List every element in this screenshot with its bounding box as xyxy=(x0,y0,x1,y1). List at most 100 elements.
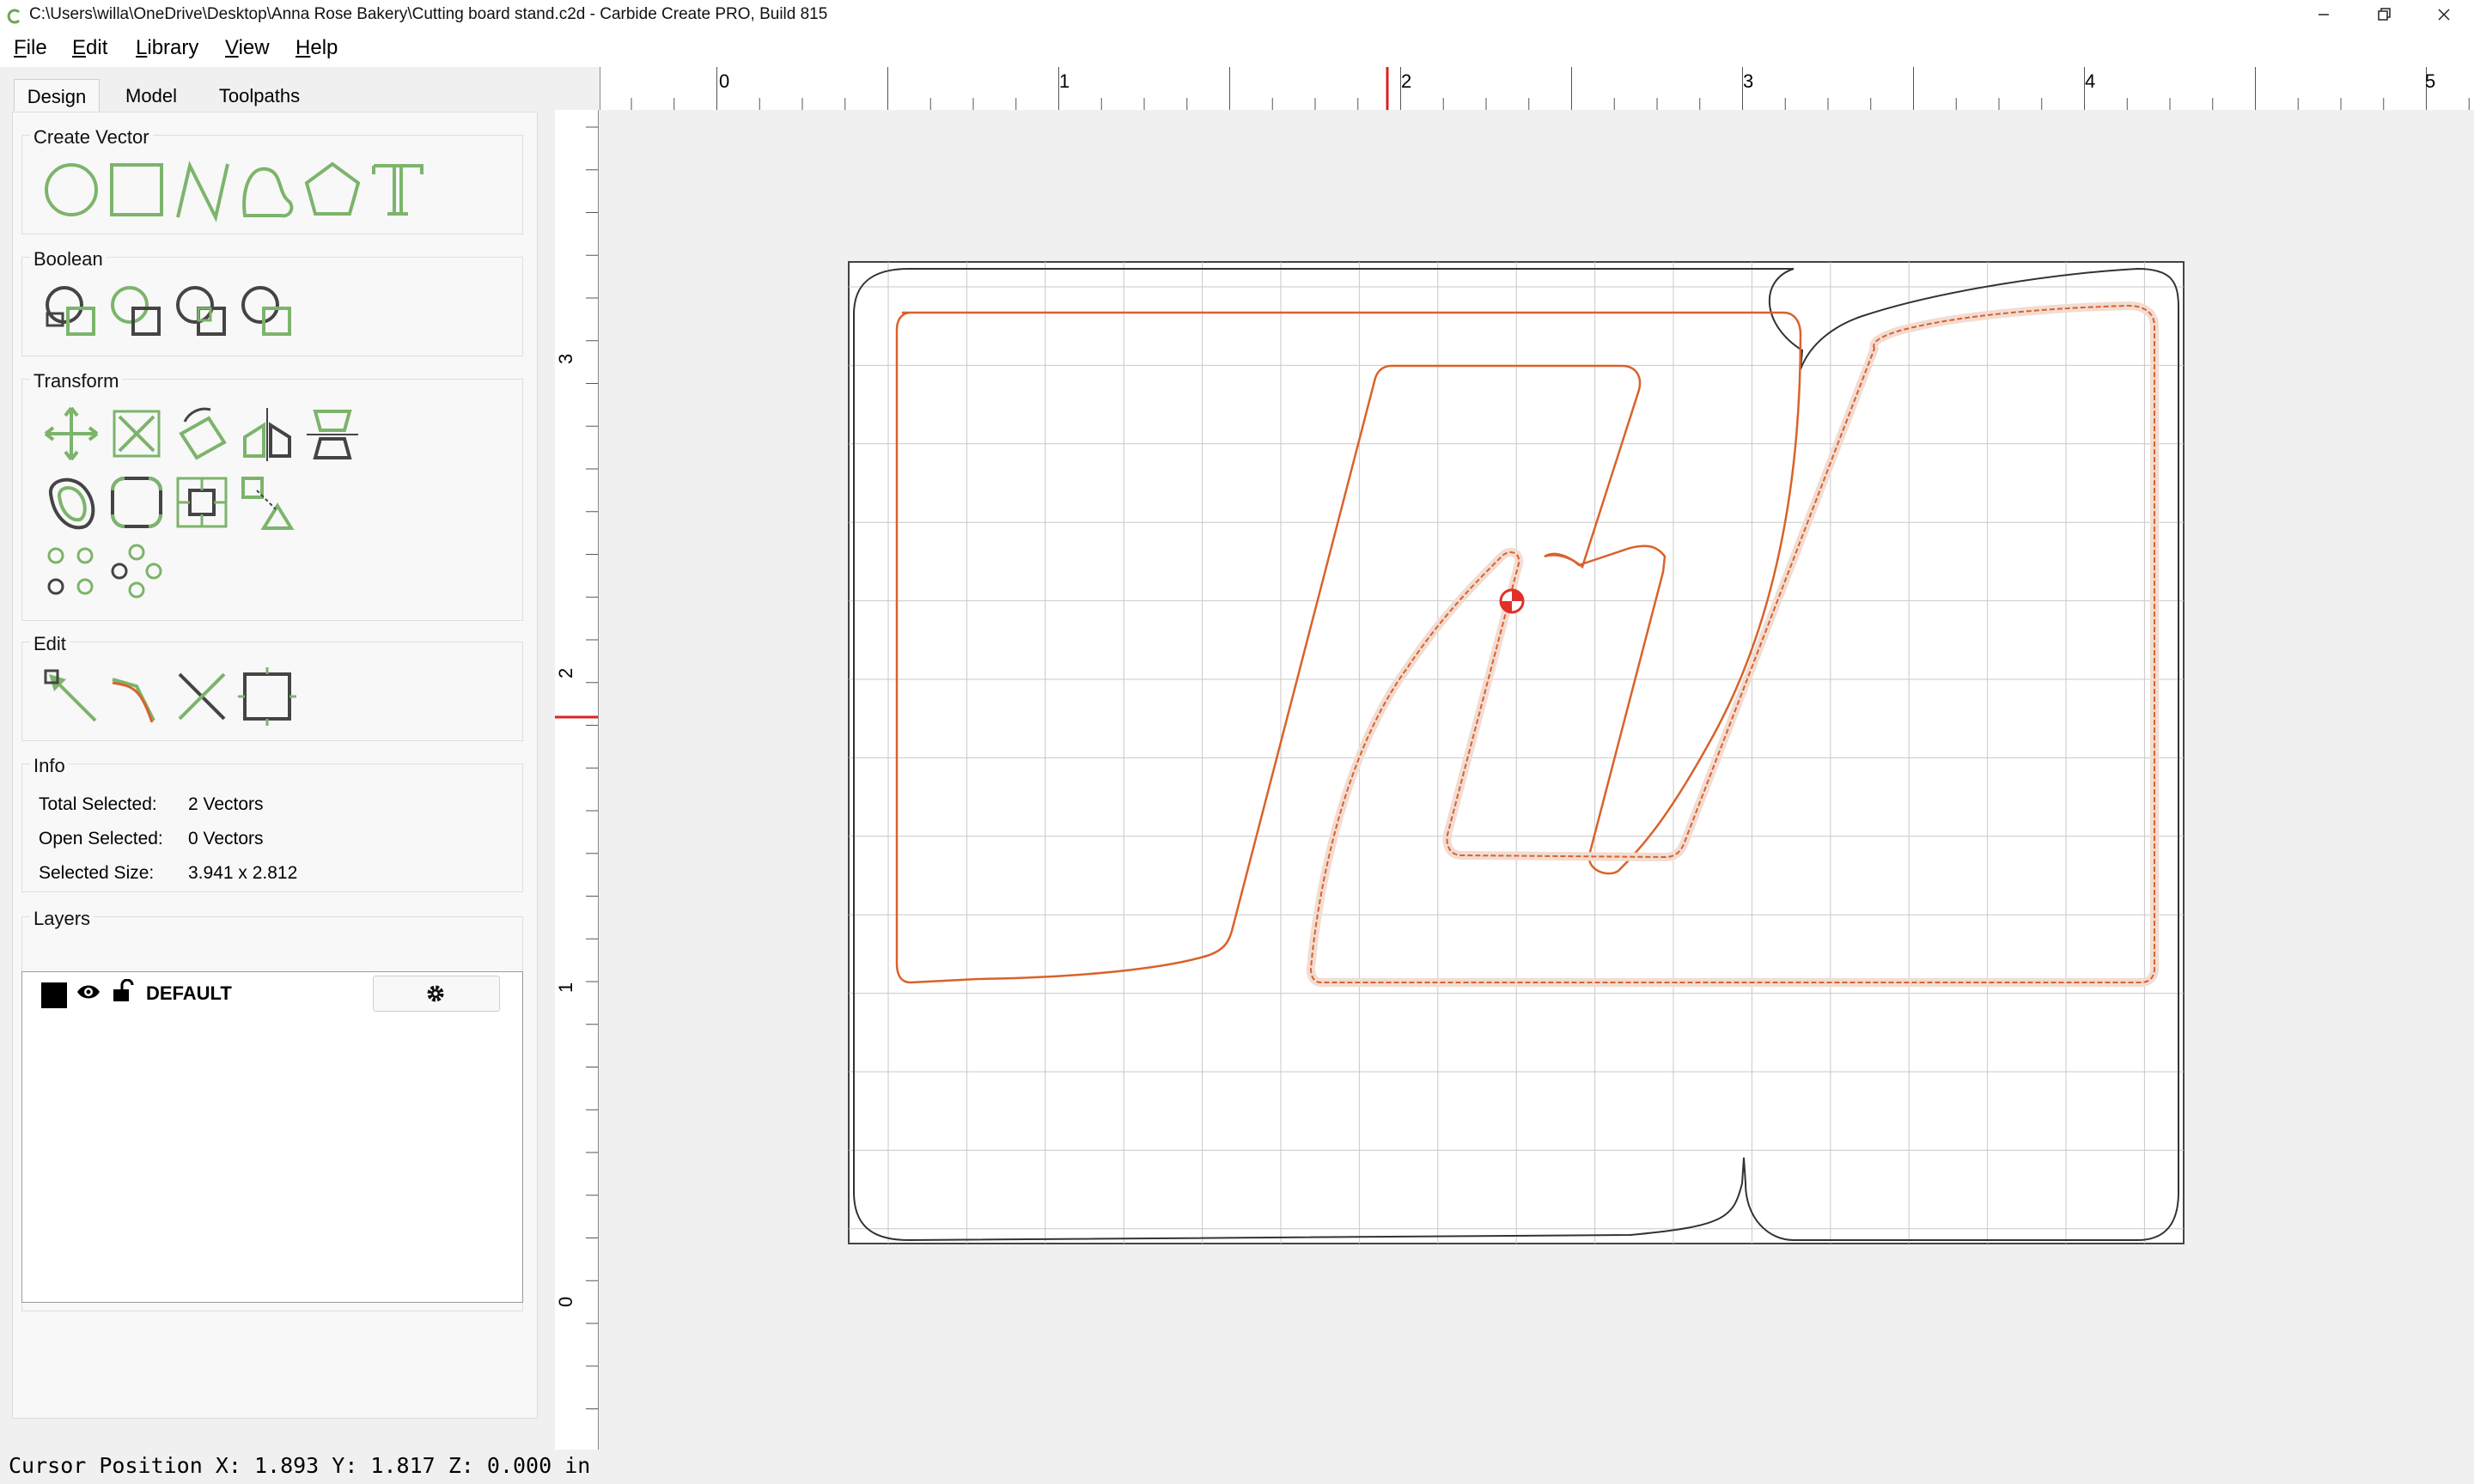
curve-tool-button[interactable] xyxy=(233,155,302,224)
total-selected-row: Total Selected: 2 Vectors xyxy=(39,794,264,815)
minimize-button[interactable] xyxy=(2294,0,2354,31)
selection-center-icon[interactable] xyxy=(1499,588,1525,614)
circle-icon xyxy=(45,163,98,216)
hruler-label-2: 2 xyxy=(1401,70,1411,92)
boolean-heading: Boolean xyxy=(30,248,107,271)
align-tool-button[interactable] xyxy=(298,399,367,468)
distribute-icon xyxy=(241,477,295,530)
total-selected-label: Total Selected: xyxy=(39,794,157,814)
restore-button[interactable] xyxy=(2354,0,2414,31)
selected-size-value: 3.941 x 2.812 xyxy=(188,863,298,883)
bounding-box-icon xyxy=(238,667,296,726)
menu-file[interactable]: File xyxy=(14,36,47,60)
window-title: C:\Users\willa\OneDrive\Desktop\Anna Ros… xyxy=(29,5,828,23)
layer-color-swatch[interactable] xyxy=(41,982,67,1008)
menu-bar: File Edit Library View Help xyxy=(0,31,2474,67)
minimize-icon xyxy=(2319,14,2329,15)
layer-row[interactable]: DEFAULT xyxy=(22,972,522,1015)
rotate-icon xyxy=(179,407,227,460)
smooth-icon xyxy=(112,678,155,723)
cursor-position-readout: Cursor Position X: 1.893 Y: 1.817 Z: 0.0… xyxy=(9,1453,591,1478)
rotate-tool-button[interactable] xyxy=(168,399,236,468)
polygon-tool-button[interactable] xyxy=(298,155,367,224)
rectangle-tool-button[interactable] xyxy=(102,155,171,224)
offset-tool-button[interactable] xyxy=(37,468,106,537)
open-selected-row: Open Selected: 0 Vectors xyxy=(39,829,264,849)
center-tool-button[interactable] xyxy=(168,468,236,537)
circular-array-tool-button[interactable] xyxy=(102,537,171,605)
close-button[interactable] xyxy=(2414,0,2474,31)
curve-icon xyxy=(242,167,294,218)
vruler-label-0: 0 xyxy=(555,1297,576,1307)
fillet-icon xyxy=(111,477,162,528)
tab-model[interactable]: Model xyxy=(113,79,189,113)
polyline-tool-button[interactable] xyxy=(168,155,236,224)
hruler-label-5: 5 xyxy=(2425,70,2435,92)
boolean-subtract-button[interactable] xyxy=(102,277,171,346)
vertical-ruler[interactable]: 0 1 2 3 xyxy=(555,110,599,1450)
vruler-label-2: 2 xyxy=(555,668,576,678)
layer-settings-button[interactable] xyxy=(373,976,500,1012)
menu-library[interactable]: Library xyxy=(136,36,198,60)
design-drawing xyxy=(848,261,2185,1244)
selected-size-label: Selected Size: xyxy=(39,863,155,883)
smooth-tool-button[interactable] xyxy=(102,662,171,731)
menu-help[interactable]: Help xyxy=(296,36,338,60)
distribute-tool-button[interactable] xyxy=(233,468,302,537)
hruler-label-3: 3 xyxy=(1743,70,1753,92)
title-bar: C:\Users\willa\OneDrive\Desktop\Anna Ros… xyxy=(0,0,2474,31)
horizontal-ruler-ticks: 0 1 2 3 4 5 xyxy=(631,67,2470,110)
hruler-label-0: 0 xyxy=(719,70,729,92)
boolean-intersect-icon xyxy=(176,286,226,336)
info-heading: Info xyxy=(30,755,69,777)
close-icon xyxy=(2438,9,2450,21)
node-edit-tool-button[interactable] xyxy=(37,662,106,731)
transform-heading: Transform xyxy=(30,370,123,392)
hruler-label-4: 4 xyxy=(2085,70,2095,92)
design-tab-body: Create Vector Boolean Transform Edit Inf… xyxy=(12,112,538,1419)
unlock-icon[interactable] xyxy=(112,979,134,1003)
offset-icon xyxy=(48,477,95,530)
app-logo-icon xyxy=(7,9,21,24)
restore-icon xyxy=(2378,8,2391,21)
horizontal-ruler[interactable]: 0 1 2 3 4 5 xyxy=(600,67,2474,111)
open-selected-value: 0 Vectors xyxy=(188,829,264,848)
selected-size-row: Selected Size: 3.941 x 2.812 xyxy=(39,863,297,884)
move-tool-button[interactable] xyxy=(37,399,106,468)
circle-tool-button[interactable] xyxy=(37,155,106,224)
grid-array-tool-button[interactable] xyxy=(37,537,106,605)
boolean-trim-button[interactable] xyxy=(233,277,302,346)
boolean-intersect-button[interactable] xyxy=(168,277,236,346)
polygon-icon xyxy=(304,161,361,216)
design-canvas-area: 0 1 2 3 4 5 0 1 2 3 xyxy=(555,67,2474,1450)
grid-array-icon xyxy=(47,547,94,595)
mirror-icon xyxy=(243,408,291,461)
scale-tool-button[interactable] xyxy=(102,399,171,468)
tab-design[interactable]: Design xyxy=(14,79,100,114)
gear-icon xyxy=(427,985,444,1002)
boolean-weld-icon xyxy=(46,286,95,336)
mirror-tool-button[interactable] xyxy=(233,399,302,468)
vertical-ruler-ticks: 0 1 2 3 xyxy=(555,126,598,1409)
vruler-label-3: 3 xyxy=(555,354,576,364)
node-edit-icon xyxy=(44,669,97,722)
create-vector-heading: Create Vector xyxy=(30,126,153,149)
bounding-box-tool-button[interactable] xyxy=(233,662,302,731)
move-icon xyxy=(44,406,99,461)
circular-array-icon xyxy=(111,544,162,599)
fillet-tool-button[interactable] xyxy=(102,468,171,537)
ruler-corner xyxy=(555,67,600,110)
status-bar: Cursor Position X: 1.893 Y: 1.817 Z: 0.0… xyxy=(0,1450,2474,1484)
edit-heading: Edit xyxy=(30,633,70,655)
eye-icon[interactable] xyxy=(76,981,101,1003)
text-tool-button[interactable] xyxy=(363,155,432,224)
tab-toolpaths[interactable]: Toolpaths xyxy=(201,79,318,113)
drawing-area[interactable] xyxy=(600,110,2474,1450)
menu-view[interactable]: View xyxy=(225,36,270,60)
layer-name: DEFAULT xyxy=(146,982,232,1004)
scale-icon xyxy=(113,410,161,458)
trim-vector-tool-button[interactable] xyxy=(168,662,236,731)
boolean-weld-button[interactable] xyxy=(37,277,106,346)
text-icon xyxy=(372,164,424,216)
menu-edit[interactable]: Edit xyxy=(72,36,107,60)
